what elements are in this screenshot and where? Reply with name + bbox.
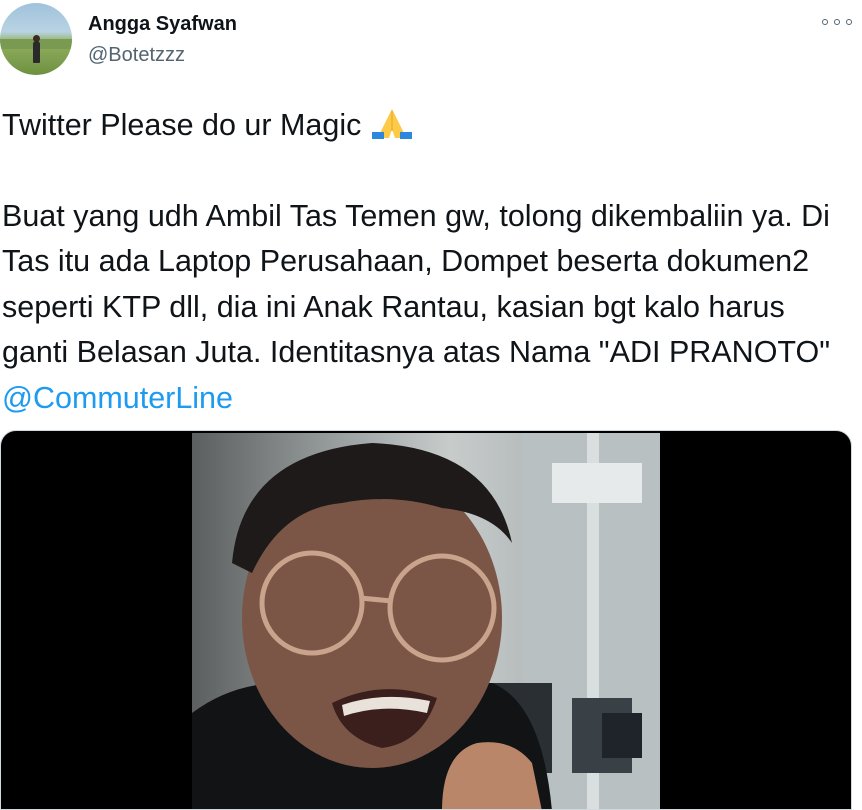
tweet-line-1: Twitter Please do ur Magic (2, 103, 852, 149)
author-handle[interactable]: @Botetzzz (88, 44, 185, 67)
more-options-icon[interactable] (822, 10, 852, 34)
more-dot (822, 19, 828, 25)
tweet-headline: Twitter Please do ur Magic (2, 108, 362, 142)
video-thumbnail-image (192, 433, 660, 809)
video-thumbnail (192, 433, 660, 809)
tweet-text: Twitter Please do ur Magic Buat yang udh… (2, 103, 852, 421)
tweet-body-text: Buat yang udh Ambil Tas Temen gw, tolong… (2, 198, 831, 370)
mention-link[interactable]: @CommuterLine (2, 381, 233, 415)
tweet-body: Buat yang udh Ambil Tas Temen gw, tolong… (2, 194, 852, 422)
more-dot (846, 19, 852, 25)
folded-hands-emoji-icon (371, 109, 412, 139)
avatar-person-body (33, 41, 40, 63)
tweet-media-video[interactable] (0, 430, 852, 810)
author-name[interactable]: Angga Syafwan (88, 13, 237, 36)
more-dot (834, 19, 840, 25)
author-avatar[interactable] (0, 3, 72, 75)
